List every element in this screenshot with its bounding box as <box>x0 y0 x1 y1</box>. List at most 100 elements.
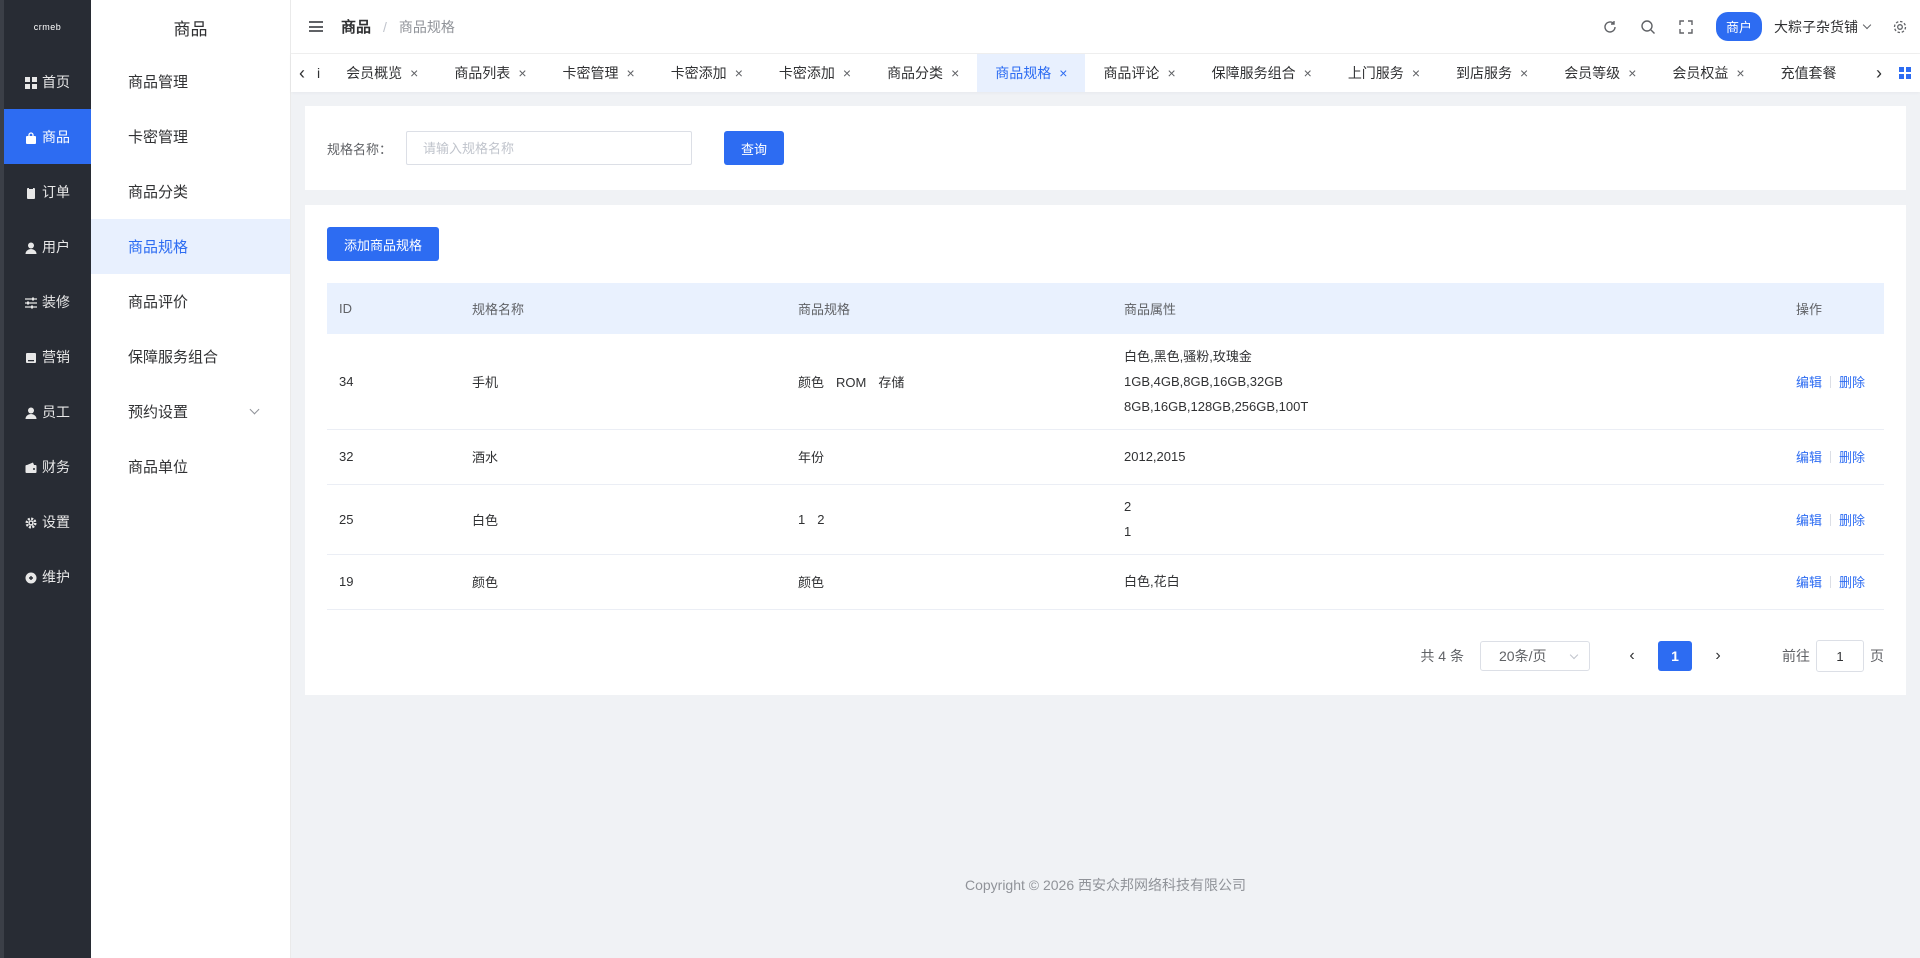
sidebar-item-4[interactable]: 商品评价 <box>91 274 290 329</box>
tabs-scroll-left-icon[interactable]: ‹ <box>291 63 313 84</box>
add-spec-button[interactable]: 添加商品规格 <box>327 227 440 261</box>
edit-link[interactable]: 编辑 <box>1796 575 1822 590</box>
next-page-icon[interactable]: › <box>1700 647 1736 665</box>
rail-item-label: 营销 <box>42 348 70 365</box>
breadcrumb-root[interactable]: 商品 <box>341 16 371 37</box>
sidebar-item-5[interactable]: 保障服务组合 <box>91 329 290 384</box>
tabs-scroll-right-icon[interactable]: › <box>1868 63 1890 84</box>
sidebar-item-1[interactable]: 卡密管理 <box>91 109 290 164</box>
edit-link[interactable]: 编辑 <box>1796 450 1822 465</box>
goto-page: 前往 页 <box>1782 640 1884 672</box>
spec-tag: 1 <box>798 511 806 527</box>
close-icon[interactable]: × <box>843 65 851 81</box>
primary-nav-rail: crmeb 首页商品订单 用户 装修营销员工财务 设置 维护 <box>0 0 91 958</box>
tab-1[interactable]: 会员概览 × <box>328 54 436 92</box>
page-size-select[interactable]: 20条/页 <box>1480 641 1590 671</box>
sidebar-item-label: 预约设置 <box>128 404 189 421</box>
store-switcher[interactable]: 大粽子杂货铺 <box>1774 17 1872 37</box>
spec-name-input[interactable] <box>406 131 693 165</box>
tab-13[interactable]: 会员权益 × <box>1654 54 1762 92</box>
sidebar-item-2[interactable]: 商品分类 <box>91 164 290 219</box>
page-1-button[interactable]: 1 <box>1658 641 1692 671</box>
sidebar-item-0[interactable]: 商品管理 <box>91 54 290 109</box>
close-icon[interactable]: × <box>627 65 635 81</box>
settings-gear-icon[interactable] <box>1892 19 1908 35</box>
close-icon[interactable]: × <box>1736 65 1744 81</box>
search-icon[interactable] <box>1640 19 1656 35</box>
delete-link[interactable]: 删除 <box>1839 375 1865 390</box>
table-row: 25 白色 1 2 2 1 编辑 删除 <box>327 484 1884 555</box>
close-icon[interactable]: × <box>1412 65 1420 81</box>
rail-item-label: 商品 <box>42 128 70 145</box>
tabs-menu-grid-icon[interactable] <box>1890 67 1920 79</box>
close-icon[interactable]: × <box>518 65 526 81</box>
divider <box>1830 513 1832 526</box>
tab-0[interactable]: i <box>313 54 328 92</box>
rail-item-5[interactable]: 营销 <box>4 329 91 384</box>
sidebar-item-label: 商品评价 <box>128 294 189 311</box>
refresh-icon[interactable] <box>1602 19 1618 35</box>
close-icon[interactable]: × <box>1167 65 1175 81</box>
delete-link[interactable]: 删除 <box>1839 575 1865 590</box>
cell-product-spec: 12 <box>786 484 1112 555</box>
close-icon[interactable]: × <box>951 65 959 81</box>
close-icon[interactable]: × <box>735 65 743 81</box>
rail-item-1[interactable]: 商品 <box>4 109 91 164</box>
close-icon[interactable]: × <box>410 65 418 81</box>
tab-14[interactable]: 充值套餐 <box>1763 54 1855 92</box>
fullscreen-icon[interactable] <box>1678 19 1694 35</box>
edit-link[interactable]: 编辑 <box>1796 375 1822 390</box>
tab-6[interactable]: 商品分类 × <box>869 54 977 92</box>
sidebar-item-7[interactable]: 商品单位 <box>91 439 290 494</box>
rail-item-label: 员工 <box>42 403 70 420</box>
rail-item-0[interactable]: 首页 <box>4 54 91 109</box>
table-row: 19 颜色 颜色 白色,花白 编辑 删除 <box>327 554 1884 610</box>
sidebar-item-label: 商品单位 <box>128 459 189 476</box>
rail-item-7[interactable]: 财务 <box>4 439 91 494</box>
tab-4[interactable]: 卡密添加 × <box>653 54 761 92</box>
tab-9[interactable]: 保障服务组合 × <box>1194 54 1330 92</box>
delete-link[interactable]: 删除 <box>1839 513 1865 528</box>
col-id: ID <box>339 301 352 316</box>
rail-item-8[interactable]: 设置 <box>4 494 91 549</box>
menu-toggle-icon[interactable] <box>309 21 323 32</box>
tab-12[interactable]: 会员等级 × <box>1546 54 1654 92</box>
tab-2[interactable]: 商品列表 × <box>436 54 544 92</box>
tab-11[interactable]: 到店服务 × <box>1438 54 1546 92</box>
rail-item-9[interactable]: 维护 <box>4 549 91 604</box>
rail-item-3[interactable]: 用户 <box>4 219 91 274</box>
goto-page-input[interactable] <box>1816 640 1864 672</box>
attr-line: 2 <box>1124 499 1132 514</box>
tab-10[interactable]: 上门服务 × <box>1330 54 1438 92</box>
rail-item-2[interactable]: 订单 <box>4 164 91 219</box>
close-icon[interactable]: × <box>1628 65 1636 81</box>
divider <box>1830 451 1832 463</box>
tab-label: 到店服务 <box>1456 65 1512 81</box>
edit-link[interactable]: 编辑 <box>1796 513 1822 528</box>
sidebar-item-label: 商品管理 <box>128 74 189 91</box>
sidebar-item-3[interactable]: 商品规格 <box>91 219 290 274</box>
tab-label: 卡密添加 <box>778 65 835 81</box>
tab-3[interactable]: 卡密管理 × <box>545 54 653 92</box>
rail-item-4[interactable]: 装修 <box>4 274 91 329</box>
attr-line: 1GB,4GB,8GB,16GB,32GB <box>1124 373 1283 389</box>
spec-tag: 存储 <box>878 374 905 390</box>
sidebar-item-6[interactable]: 预约设置 <box>91 384 290 439</box>
chevron-down-icon <box>1862 20 1872 29</box>
close-icon[interactable]: × <box>1059 65 1067 81</box>
app-logo[interactable]: crmeb <box>4 0 91 54</box>
prev-page-icon[interactable]: ‹ <box>1614 647 1650 665</box>
tab-strip: i 会员概览 × 商品列表 × 卡密管理 × 卡密添加 × 卡密添加 × 商品分类 × 商品规格 × 商品评论… <box>313 54 1868 92</box>
cell-actions: 编辑 删除 <box>1784 429 1884 485</box>
tab-8[interactable]: 商品评论 × <box>1085 54 1193 92</box>
sidebar-item-label: 商品分类 <box>128 184 189 201</box>
close-icon[interactable]: × <box>1520 65 1528 81</box>
query-button[interactable]: 查询 <box>724 131 785 165</box>
delete-link[interactable]: 删除 <box>1839 450 1865 465</box>
close-icon[interactable]: × <box>1304 65 1312 81</box>
main-area: 商品 / 商品规格 商户 大粽子杂货铺 ‹ i 会员概览 × 商品列表 × 卡密管理 × 卡密… <box>291 0 1920 958</box>
tab-5[interactable]: 卡密添加 × <box>761 54 869 92</box>
tab-7[interactable]: 商品规格 × <box>977 54 1086 92</box>
rail-item-6[interactable]: 员工 <box>4 384 91 439</box>
tab-label: 商品规格 <box>995 65 1052 81</box>
